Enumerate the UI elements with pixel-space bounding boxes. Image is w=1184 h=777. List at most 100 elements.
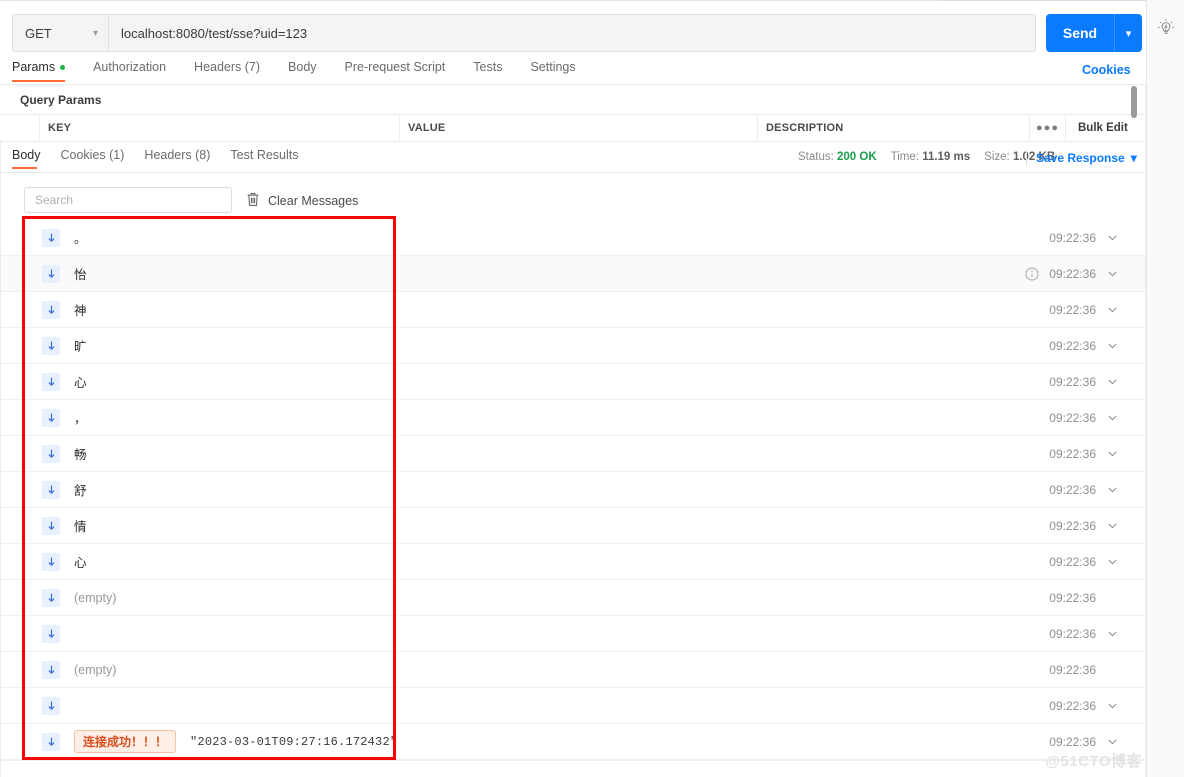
chevron-down-icon[interactable] — [1106, 451, 1118, 457]
chevron-down-icon[interactable] — [1106, 523, 1118, 529]
save-response-button[interactable]: Save Response ▾ — [1036, 151, 1137, 165]
arrow-down-icon — [42, 372, 60, 391]
arrow-down-icon — [42, 480, 60, 499]
message-row[interactable]: 怡 09:22:36 — [0, 256, 1146, 292]
arrow-down-icon — [42, 300, 60, 319]
chevron-down-icon: ▾ — [92, 27, 98, 39]
chevron-down-icon[interactable] — [1106, 379, 1118, 385]
message-payload: 情 — [74, 520, 87, 534]
chevron-down-icon[interactable] — [1106, 415, 1118, 421]
left-panel-edge — [0, 140, 1, 777]
cookies-link[interactable]: Cookies — [1082, 63, 1131, 77]
message-meta: 09:22:36 — [1049, 627, 1118, 641]
tab-pre-request-script[interactable]: Pre-request Script — [345, 60, 460, 82]
chevron-down-icon[interactable] — [1106, 739, 1118, 745]
scrollbar-track[interactable] — [1131, 84, 1137, 776]
message-timestamp: 09:22:36 — [1049, 518, 1096, 533]
message-payload: 神 — [74, 304, 87, 318]
tab-params[interactable]: Params — [12, 60, 79, 82]
message-timestamp: 09:22:36 — [1049, 554, 1096, 569]
chevron-down-icon[interactable] — [1106, 487, 1118, 493]
tab-body[interactable]: Body — [288, 60, 331, 82]
tab-authorization[interactable]: Authorization — [93, 60, 180, 82]
chevron-down-icon[interactable] — [1106, 235, 1118, 241]
ellipsis-icon[interactable]: ●●● — [1030, 115, 1066, 141]
arrow-down-icon — [42, 732, 60, 751]
chevron-down-icon[interactable] — [1106, 703, 1118, 709]
response-tab-test-results[interactable]: Test Results — [230, 148, 308, 169]
message-timestamp: 09:22:36 — [1049, 446, 1096, 461]
tab-tests[interactable]: Tests — [473, 60, 516, 82]
message-meta: 09:22:36 — [1025, 267, 1118, 281]
message-meta: 09:22:36 — [1049, 555, 1118, 569]
message-meta: 09:22:36 — [1049, 231, 1118, 245]
message-row[interactable]: ， 09:22:36 — [0, 400, 1146, 436]
message-list[interactable]: 。 09:22:36 怡 09:22:36 神 09:22:36 旷 09:22:36 心 09:… — [0, 220, 1146, 760]
message-row[interactable]: 神 09:22:36 — [0, 292, 1146, 328]
message-row[interactable]: 09:22:36 — [0, 688, 1146, 724]
arrow-down-icon — [42, 588, 60, 607]
message-meta: 09:22:36 — [1049, 735, 1118, 749]
message-content: 旷 — [74, 336, 1049, 355]
column-header-description: DESCRIPTION — [758, 115, 1030, 141]
message-meta: 09:22:36 — [1049, 447, 1118, 461]
message-row[interactable]: 心 09:22:36 — [0, 364, 1146, 400]
response-tab-headers[interactable]: Headers (8) — [144, 148, 220, 169]
message-payload: ， — [74, 412, 87, 426]
message-content: 神 — [74, 300, 1049, 319]
message-content: (empty) — [74, 591, 1049, 605]
scrollbar-thumb[interactable] — [1131, 86, 1137, 118]
message-row[interactable]: (empty) 09:22:36 — [0, 652, 1146, 688]
url-input[interactable] — [109, 15, 1035, 51]
chevron-down-icon[interactable] — [1106, 631, 1118, 637]
message-row[interactable]: (empty) 09:22:36 — [0, 580, 1146, 616]
message-meta: 09:22:36 — [1049, 303, 1118, 317]
url-bar: GET ▾ — [12, 14, 1036, 52]
time-value: 11.19 ms — [922, 151, 971, 163]
info-icon[interactable] — [1025, 267, 1039, 281]
message-meta: 09:22:36 — [1049, 699, 1118, 713]
message-empty-label: (empty) — [74, 590, 117, 605]
message-meta: 09:22:36 — [1049, 663, 1118, 677]
chevron-down-icon[interactable] — [1106, 307, 1118, 313]
message-row[interactable]: 旷 09:22:36 — [0, 328, 1146, 364]
message-content: 连接成功！！！ "2023-03-01T09:27:16.172432" — [74, 730, 1049, 753]
right-sidebar — [1146, 0, 1184, 777]
send-button[interactable]: Send — [1046, 14, 1114, 52]
message-timestamp: 09:22:36 — [1049, 338, 1096, 353]
message-row[interactable]: 情 09:22:36 — [0, 508, 1146, 544]
message-row[interactable]: 。 09:22:36 — [0, 220, 1146, 256]
response-tab-cookies[interactable]: Cookies (1) — [61, 148, 135, 169]
status-group: Status: 200 OK — [798, 151, 877, 163]
message-timestamp: 09:22:36 — [1049, 662, 1096, 677]
chevron-down-icon[interactable] — [1106, 343, 1118, 349]
chevron-down-icon[interactable] — [1106, 559, 1118, 565]
message-timestamp: 09:22:36 — [1049, 734, 1096, 749]
message-timestamp: 09:22:36 — [1049, 266, 1096, 281]
tab-headers[interactable]: Headers (7) — [194, 60, 274, 82]
message-row[interactable]: 09:22:36 — [0, 616, 1146, 652]
arrow-down-icon — [42, 660, 60, 679]
chevron-down-icon[interactable] — [1106, 271, 1118, 277]
query-params-table-header: KEY VALUE DESCRIPTION ●●● Bulk Edit — [0, 114, 1146, 142]
message-row[interactable]: 舒 09:22:36 — [0, 472, 1146, 508]
method-selector[interactable]: GET ▾ — [13, 15, 109, 51]
params-modified-dot-icon — [60, 65, 66, 71]
arrow-down-icon — [42, 336, 60, 355]
message-payload: "2023-03-01T09:27:16.172432" — [190, 734, 398, 749]
lightbulb-icon[interactable] — [1154, 16, 1178, 40]
response-tab-body[interactable]: Body — [12, 148, 51, 169]
search-input[interactable] — [24, 187, 232, 213]
send-options-chevron-down-icon[interactable]: ▾ — [1114, 14, 1142, 52]
main-panel: GET ▾ Send ▾ Params Authorization Header… — [0, 0, 1146, 777]
status-label: Status: — [798, 151, 834, 163]
top-divider-right — [940, 0, 1146, 1]
message-row[interactable]: 畅 09:22:36 — [0, 436, 1146, 472]
message-payload: 旷 — [74, 340, 87, 354]
clear-messages-button[interactable]: Clear Messages — [246, 192, 358, 210]
message-row[interactable]: 连接成功！！！ "2023-03-01T09:27:16.172432" 09:22… — [0, 724, 1146, 760]
time-label: Time: — [890, 151, 919, 163]
tab-settings[interactable]: Settings — [530, 60, 589, 82]
response-tabs-divider — [0, 172, 1146, 173]
message-row[interactable]: 心 09:22:36 — [0, 544, 1146, 580]
